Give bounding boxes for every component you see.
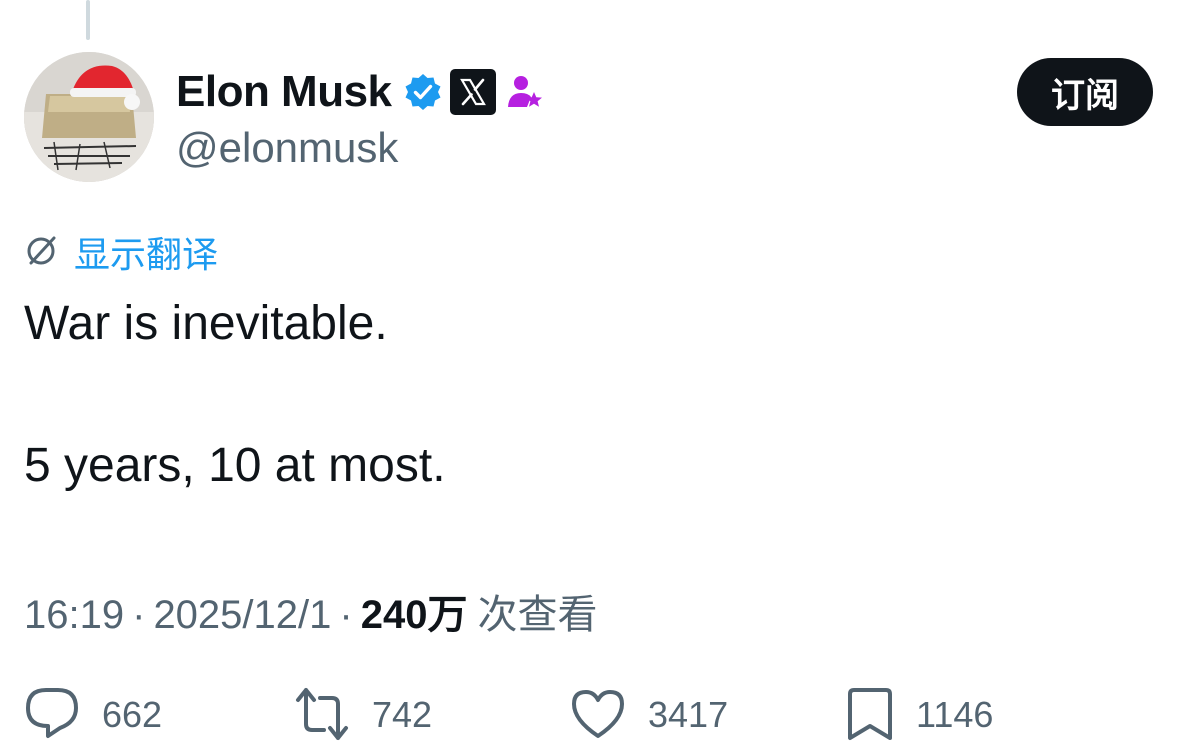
thread-connector-line [86,0,90,40]
bookmark-button[interactable]: 1146 [846,686,993,747]
show-translation-link[interactable]: 显示翻译 [24,228,218,276]
like-count: 3417 [648,694,729,735]
heart-icon [570,686,626,747]
reply-button[interactable]: 662 [24,686,162,747]
tweet-date[interactable]: 2025/12/1 [153,593,331,638]
tweet-text-line-2: 5 years, 10 at most. [24,439,446,492]
x-affiliate-icon[interactable] [449,69,496,115]
meta-separator: · [132,593,146,637]
globe-translate-icon [24,232,60,273]
reply-count: 662 [102,694,163,735]
reply-icon [24,686,80,747]
meta-separator: · [339,593,353,637]
verified-badge-icon[interactable] [404,73,442,111]
subscriber-star-icon[interactable] [506,73,544,111]
author-display-name[interactable]: Elon Musk [176,67,392,117]
author-name-row: Elon Musk [176,64,544,120]
view-count[interactable]: 240万 [361,582,468,640]
bookmark-count: 1146 [916,694,994,735]
avatar[interactable] [24,52,154,182]
tweet-action-bar: 662 742 3417 1146 [0,686,1200,746]
view-count-label: 次查看 [477,592,598,638]
repost-icon [294,686,350,747]
repost-count: 742 [372,694,433,735]
tweet-metadata: 16:19 · 2025/12/1 · 240万 次查看 [24,582,597,640]
like-button[interactable]: 3417 [570,686,728,747]
subscribe-button[interactable]: 订阅 [1017,58,1153,126]
author-handle[interactable]: @elonmusk [176,124,398,172]
bookmark-icon [846,686,894,747]
tweet-time[interactable]: 16:19 [24,593,124,638]
show-translation-label: 显示翻译 [74,235,219,276]
repost-button[interactable]: 742 [294,686,432,747]
avatar-image [24,52,154,182]
tweet-text-line-1: War is inevitable. [24,297,388,350]
